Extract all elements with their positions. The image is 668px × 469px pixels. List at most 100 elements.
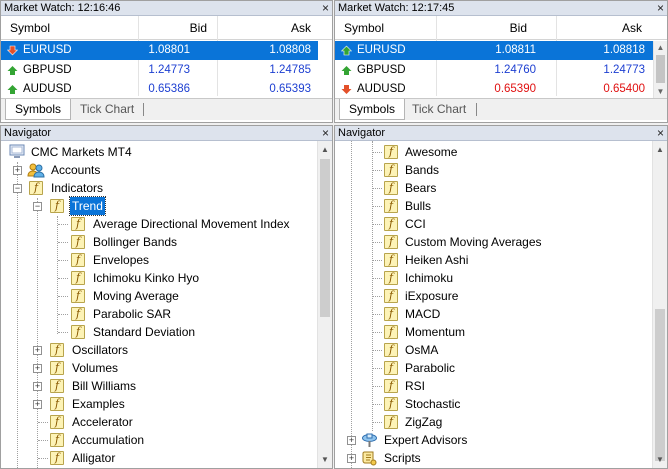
tree-node-indicator[interactable]: f Bollinger Bands (1, 233, 321, 251)
scroll-up-arrow-icon[interactable]: ▲ (653, 143, 667, 157)
tree-node-indicator[interactable]: f CCI (335, 215, 635, 233)
tree-node-expert-advisors[interactable]: + Expert Advisors (335, 431, 635, 449)
symbol-name: EURUSD (357, 44, 406, 56)
tree-node-indicator[interactable]: f Awesome (335, 143, 635, 161)
tree-node-trend[interactable]: − f Trend (1, 196, 301, 216)
close-icon[interactable]: × (322, 126, 329, 140)
market-watch-title-text: Market Watch: 12:17:45 (338, 2, 455, 14)
tree-node-indicator[interactable]: f Ichimoku Kinko Hyo (1, 269, 321, 287)
tree-label: Bears (405, 181, 437, 195)
symbol-row-audusd[interactable]: AUDUSD 0.65390 0.65400 (335, 80, 653, 99)
column-header-ask[interactable]: Ask (622, 16, 642, 40)
expand-plus-icon[interactable]: + (33, 400, 42, 409)
navigator-scrollbar[interactable]: ▲ ▼ (652, 141, 667, 468)
column-header-bid[interactable]: Bid (510, 16, 527, 40)
column-header-symbol[interactable]: Symbol (10, 16, 50, 40)
tree-guide-line (58, 242, 68, 243)
ask-value: 0.65400 (603, 83, 645, 95)
scroll-up-arrow-icon[interactable]: ▲ (318, 143, 332, 157)
column-header-bid[interactable]: Bid (190, 16, 207, 40)
expand-plus-icon[interactable]: + (347, 436, 356, 445)
indicator-icon: f (384, 397, 398, 411)
tree-node-indicator[interactable]: f Accumulation (1, 431, 301, 449)
expand-plus-icon[interactable]: + (33, 346, 42, 355)
tree-node-indicator[interactable]: f Parabolic SAR (1, 305, 321, 323)
scrollbar-thumb[interactable] (655, 309, 665, 461)
tree-node-indicator[interactable]: f Bears (335, 179, 635, 197)
market-watch-tabs: Symbols Tick Chart (335, 98, 667, 120)
tree-node-indicator[interactable]: f Standard Deviation (1, 323, 321, 341)
tree-guide-line (58, 260, 68, 261)
tree-node-indicator[interactable]: f Parabolic (335, 359, 635, 377)
symbol-row-eurusd[interactable]: EURUSD 1.08801 1.08808 (1, 41, 318, 60)
close-icon[interactable]: × (657, 126, 664, 140)
symbol-row-gbpusd[interactable]: GBPUSD 1.24773 1.24785 (1, 61, 318, 80)
tree-node-indicator[interactable]: f Bands (335, 161, 635, 179)
tree-node-indicator[interactable]: f Moving Average (1, 287, 321, 305)
tree-label-selected: Trend (69, 196, 106, 216)
tree-label: Standard Deviation (93, 325, 196, 339)
close-icon[interactable]: × (322, 1, 329, 15)
expand-plus-icon[interactable]: + (33, 382, 42, 391)
tree-node-indicator[interactable]: f Stochastic (335, 395, 635, 413)
tree-node-indicator[interactable]: f Ichimoku (335, 269, 635, 287)
symbol-row-audusd[interactable]: AUDUSD 0.65386 0.65393 (1, 80, 318, 99)
bid-value: 0.65386 (148, 83, 190, 95)
tab-divider (476, 103, 477, 116)
tree-node-examples[interactable]: + f Examples (1, 395, 301, 413)
navigator-scrollbar[interactable]: ▲ ▼ (317, 141, 332, 468)
tree-node-root[interactable]: CMC Markets MT4 (5, 143, 305, 161)
collapse-minus-icon[interactable]: − (33, 202, 42, 211)
tab-tick-chart[interactable]: Tick Chart (71, 99, 143, 120)
tree-label: Accounts (51, 163, 101, 177)
tab-tick-chart[interactable]: Tick Chart (403, 99, 475, 120)
scroll-down-arrow-icon[interactable]: ▼ (654, 85, 667, 98)
tree-node-scripts[interactable]: + Scripts (335, 449, 635, 467)
tree-node-indicator[interactable]: f iExposure (335, 287, 635, 305)
tree-node-indicator[interactable]: f Average Directional Movement Index (1, 215, 321, 233)
tree-node-accounts[interactable]: + Accounts (1, 161, 301, 179)
tree-guide-line (58, 224, 68, 225)
scroll-up-arrow-icon[interactable]: ▲ (654, 41, 667, 54)
scrollbar-thumb[interactable] (656, 55, 665, 83)
symbol-row-gbpusd[interactable]: GBPUSD 1.24760 1.24773 (335, 61, 653, 80)
navigator-title-text: Navigator (4, 127, 52, 139)
scrollbar-thumb[interactable] (320, 159, 330, 317)
collapse-minus-icon[interactable]: − (13, 184, 22, 193)
tab-symbols[interactable]: Symbols (5, 99, 72, 120)
accounts-icon (27, 163, 45, 178)
tree-guide-line (372, 332, 382, 333)
tree-node-indicator[interactable]: f MACD (335, 305, 635, 323)
tree-node-indicator[interactable]: f Bulls (335, 197, 635, 215)
close-icon[interactable]: × (657, 1, 664, 15)
symbol-row-eurusd[interactable]: EURUSD 1.08811 1.08818 (335, 41, 653, 60)
tree-node-indicator[interactable]: f OsMA (335, 341, 635, 359)
expand-plus-icon[interactable]: + (347, 454, 356, 463)
expand-plus-icon[interactable]: + (33, 364, 42, 373)
scroll-down-arrow-icon[interactable]: ▼ (318, 453, 332, 467)
indicator-folder-icon: f (29, 181, 43, 195)
tree-node-indicator[interactable]: f Custom Moving Averages (335, 233, 635, 251)
tree-node-indicator[interactable]: f ZigZag (335, 413, 635, 431)
indicator-icon: f (71, 307, 85, 321)
column-header-ask[interactable]: Ask (291, 16, 311, 40)
tree-node-indicator[interactable]: f Momentum (335, 323, 635, 341)
tree-node-volumes[interactable]: + f Volumes (1, 359, 301, 377)
column-header-symbol[interactable]: Symbol (344, 16, 384, 40)
market-watch-tabs: Symbols Tick Chart (1, 98, 332, 120)
tree-node-indicator[interactable]: f Heiken Ashi (335, 251, 635, 269)
tree-guide-line (372, 296, 382, 297)
tree-guide-line (372, 314, 382, 315)
indicator-icon: f (71, 271, 85, 285)
expand-plus-icon[interactable]: + (13, 166, 22, 175)
tree-node-indicator[interactable]: f Alligator (1, 449, 301, 467)
tab-symbols[interactable]: Symbols (339, 99, 406, 120)
tree-node-bill-williams[interactable]: + f Bill Williams (1, 377, 301, 395)
market-watch-scrollbar[interactable]: ▲ ▼ (653, 41, 667, 98)
tree-node-indicators[interactable]: − f Indicators (1, 179, 301, 197)
tree-node-indicator[interactable]: f Accelerator (1, 413, 301, 431)
tree-node-indicator[interactable]: f Envelopes (1, 251, 321, 269)
tree-node-oscillators[interactable]: + f Oscillators (1, 341, 301, 359)
scroll-down-arrow-icon[interactable]: ▼ (653, 453, 667, 467)
tree-node-indicator[interactable]: f RSI (335, 377, 635, 395)
